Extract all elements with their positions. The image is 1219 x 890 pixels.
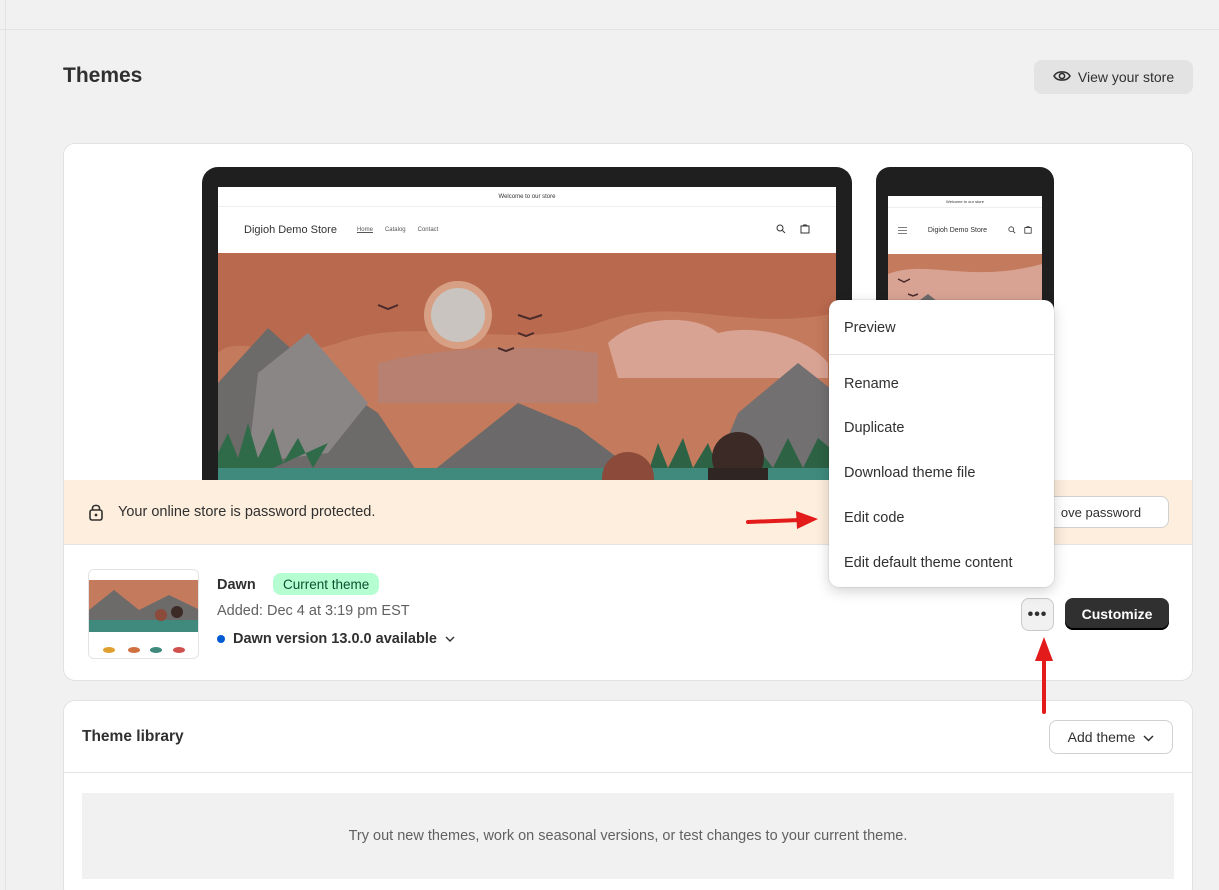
- chevron-down-icon: [445, 631, 455, 647]
- theme-actions-menu: Preview Rename Duplicate Download theme …: [829, 300, 1054, 587]
- left-divider: [5, 0, 6, 890]
- version-dot-icon: [217, 635, 225, 643]
- theme-library-header: Theme library Add theme: [64, 701, 1192, 773]
- hero-illustration: [218, 253, 836, 517]
- menu-item-edit-default-theme-content[interactable]: Edit default theme content: [829, 543, 1054, 583]
- eye-icon: [1052, 69, 1071, 86]
- announcement-bar: Welcome to our store: [218, 187, 836, 207]
- menu-item-download-theme-file[interactable]: Download theme file: [829, 453, 1054, 493]
- customize-button[interactable]: Customize: [1065, 598, 1169, 630]
- mobile-cart-icon: [1024, 226, 1032, 236]
- desktop-preview: Welcome to our store Digioh Demo Store H…: [202, 167, 852, 517]
- mobile-store-name: Digioh Demo Store: [927, 227, 988, 234]
- menu-item-rename[interactable]: Rename: [829, 364, 1054, 404]
- theme-added-date: Added: Dec 4 at 3:19 pm EST: [217, 603, 410, 619]
- top-bar: [0, 0, 1219, 30]
- desktop-screen: Welcome to our store Digioh Demo Store H…: [218, 187, 836, 517]
- nav-catalog: Catalog: [384, 227, 406, 233]
- theme-thumbnail[interactable]: [88, 569, 199, 659]
- password-banner-message: Your online store is password protected.: [118, 504, 376, 520]
- theme-name: Dawn: [217, 577, 256, 593]
- menu-item-duplicate[interactable]: Duplicate: [829, 408, 1054, 448]
- lock-icon: [88, 503, 104, 521]
- theme-library-card: Theme library Add theme Try out new them…: [63, 700, 1193, 890]
- add-theme-label: Add theme: [1067, 729, 1136, 745]
- version-notice-label: Dawn version 13.0.0 available: [233, 631, 437, 647]
- menu-item-preview[interactable]: Preview: [829, 308, 1054, 348]
- view-store-button[interactable]: View your store: [1034, 60, 1193, 94]
- theme-library-title: Theme library: [82, 728, 184, 745]
- more-actions-button[interactable]: •••: [1021, 598, 1054, 631]
- view-store-label: View your store: [1077, 69, 1175, 85]
- version-notice[interactable]: Dawn version 13.0.0 available: [217, 631, 455, 647]
- nav-contact: Contact: [417, 227, 439, 233]
- mobile-announcement-bar: Welcome to our store: [888, 196, 1042, 208]
- mobile-header: Digioh Demo Store: [888, 208, 1042, 254]
- current-theme-badge: Current theme: [273, 573, 380, 595]
- menu-item-edit-code[interactable]: Edit code: [829, 498, 1054, 538]
- hamburger-icon: [898, 226, 907, 236]
- search-icon: [776, 224, 786, 236]
- theme-library-empty-state: Try out new themes, work on seasonal ver…: [82, 793, 1174, 879]
- chevron-down-icon: [1143, 729, 1154, 745]
- cart-icon: [800, 224, 810, 236]
- store-header: Digioh Demo Store Home Catalog Contact: [218, 207, 836, 253]
- page-title: Themes: [63, 64, 143, 87]
- nav-home: Home: [356, 227, 373, 233]
- mobile-search-icon: [1008, 226, 1016, 236]
- add-theme-button[interactable]: Add theme: [1049, 720, 1173, 754]
- store-name: Digioh Demo Store: [244, 224, 337, 236]
- theme-thumbnail-image: [89, 570, 198, 658]
- menu-divider: [829, 354, 1054, 355]
